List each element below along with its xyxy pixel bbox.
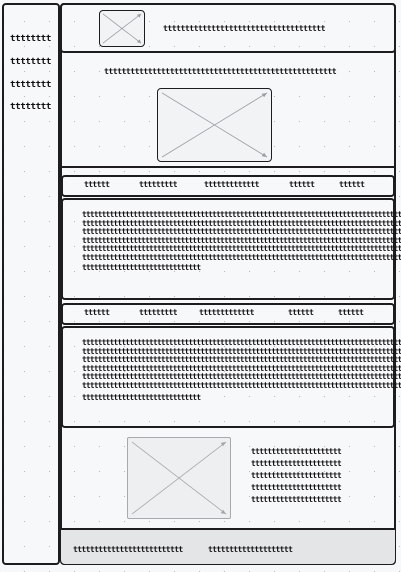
tab-4[interactable]: tttttt (288, 308, 314, 318)
paragraph-line: tttttttttttttttttttttttttttttttttttttttt… (82, 380, 401, 390)
media-image-placeholder-icon (127, 437, 231, 519)
media-text-line: tttttttttttttttttttttt (251, 447, 342, 456)
image-placeholder-icon (161, 92, 268, 158)
tab-4[interactable]: tttttt (289, 180, 315, 190)
media-text-line: tttttttttttttttttttttt (251, 495, 342, 504)
media-text-line: tttttttttttttttttttttt (251, 483, 342, 492)
tab-5[interactable]: tttttt (338, 308, 364, 318)
sidebar-item-1[interactable]: tttttttt (10, 33, 51, 45)
tab-5[interactable]: tttttt (339, 180, 365, 190)
paragraph-line: tttttttttttttttttttttttttttttt (82, 263, 201, 272)
tab-3[interactable]: ttttttttttttt (199, 308, 254, 318)
sidebar-item-3[interactable]: tttttttt (10, 79, 51, 91)
sidebar-item-2[interactable]: tttttttt (10, 56, 51, 68)
tab-2[interactable]: ttttttttt (139, 308, 178, 318)
tab-3[interactable]: ttttttttttttt (204, 180, 259, 190)
image-placeholder-icon (131, 441, 227, 515)
tab-1[interactable]: tttttt (84, 308, 110, 318)
paragraph-line: tttttttttttttttttttttttttttttt (82, 393, 201, 402)
footer-text-right[interactable]: tttttttttttttttttttt (208, 546, 293, 554)
media-text-line: tttttttttttttttttttttt (251, 459, 342, 468)
paragraph-line: tttttttttttttttttttttttttttttttttttttttt… (82, 252, 401, 262)
footer: tttttttttttttttttttttttttt ttttttttttttt… (61, 528, 395, 564)
media-text-line: tttttttttttttttttttttt (251, 471, 342, 480)
tab-bar-2: tttttt ttttttttt ttttttttttttt tttttt tt… (61, 303, 395, 325)
logo-image-placeholder-icon (99, 10, 145, 47)
footer-text-left[interactable]: tttttttttttttttttttttttttt (73, 546, 183, 554)
tab-1[interactable]: tttttt (84, 180, 110, 190)
sidebar: tttttttt tttttttt tttttttt tttttttt (2, 3, 60, 565)
hero-caption: tttttttttttttttttttttttttttttttttttttttt… (104, 66, 337, 76)
page-title: ttttttttttttttttttttttttttttttttttttt (163, 23, 326, 33)
hero-divider (60, 166, 396, 168)
content-panel-2: tttttttttttttttttttttttttttttttttttttttt… (61, 326, 401, 428)
image-placeholder-icon (102, 13, 142, 44)
header: ttttttttttttttttttttttttttttttttttttt (60, 3, 396, 53)
tab-2[interactable]: ttttttttt (139, 180, 178, 190)
hero-image-placeholder-icon (157, 88, 272, 162)
content-panel-1: tttttttttttttttttttttttttttttttttttttttt… (61, 198, 401, 300)
sidebar-item-4[interactable]: tttttttt (10, 101, 51, 113)
tab-bar-1: tttttt ttttttttt ttttttttttttt tttttt tt… (61, 175, 395, 197)
